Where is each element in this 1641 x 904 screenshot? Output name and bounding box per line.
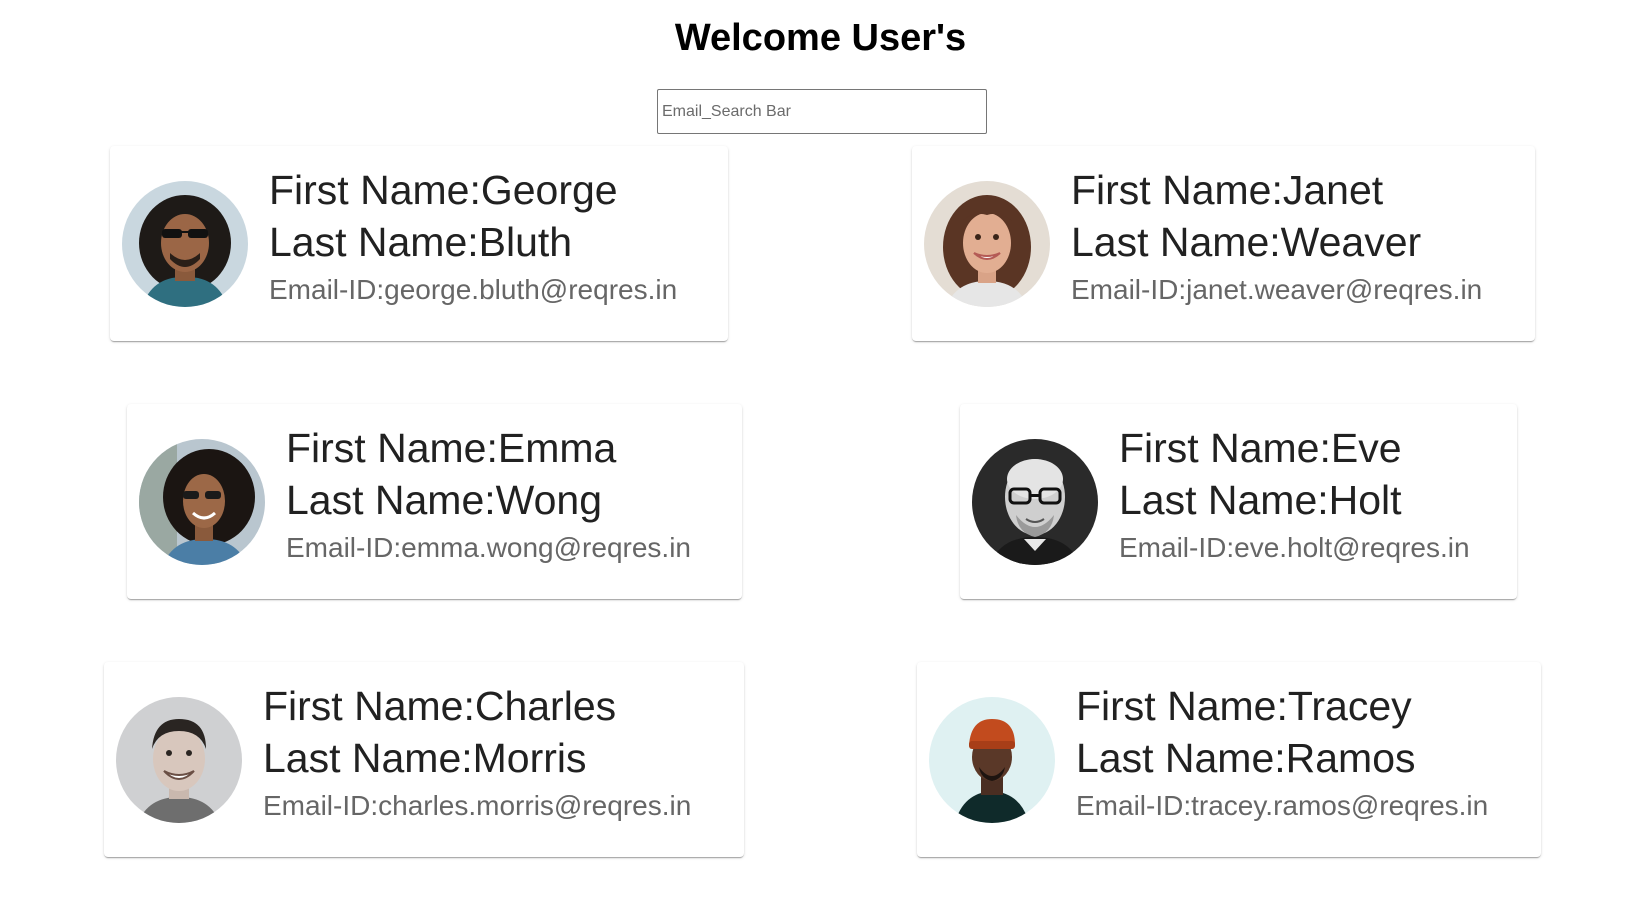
last-name: Last Name:Wong bbox=[286, 477, 603, 523]
person-avatar-icon bbox=[929, 697, 1055, 823]
first-name: First Name:Janet bbox=[1071, 167, 1384, 213]
last-name: Last Name:Holt bbox=[1119, 477, 1402, 523]
email: Email-ID:charles.morris@reqres.in bbox=[263, 790, 692, 821]
avatar bbox=[116, 697, 242, 823]
avatar bbox=[972, 439, 1098, 565]
last-name: Last Name:Weaver bbox=[1071, 219, 1422, 265]
last-name: Last Name:Morris bbox=[263, 735, 587, 781]
email: Email-ID:george.bluth@reqres.in bbox=[269, 274, 678, 305]
page-title: Welcome User's bbox=[674, 17, 967, 59]
user-card-charles: First Name:Charles Last Name:Morris Emai… bbox=[104, 662, 744, 857]
first-name: First Name:Charles bbox=[263, 683, 617, 729]
user-card-tracey: First Name:Tracey Last Name:Ramos Email-… bbox=[917, 662, 1541, 857]
email: Email-ID:tracey.ramos@reqres.in bbox=[1076, 790, 1489, 821]
avatar bbox=[924, 181, 1050, 307]
email: Email-ID:eve.holt@reqres.in bbox=[1119, 532, 1470, 563]
user-card-george: First Name:George Last Name:Bluth Email-… bbox=[110, 146, 728, 341]
email: Email-ID:emma.wong@reqres.in bbox=[286, 532, 691, 563]
person-avatar-icon bbox=[972, 439, 1098, 565]
first-name: First Name:George bbox=[269, 167, 618, 213]
person-avatar-icon bbox=[116, 697, 242, 823]
first-name: First Name:Eve bbox=[1119, 425, 1402, 471]
last-name: Last Name:Ramos bbox=[1076, 735, 1416, 781]
person-avatar-icon bbox=[139, 439, 265, 565]
first-name: First Name:Tracey bbox=[1076, 683, 1412, 729]
user-card-emma: First Name:Emma Last Name:Wong Email-ID:… bbox=[127, 404, 742, 599]
avatar bbox=[929, 697, 1055, 823]
person-avatar-icon bbox=[924, 181, 1050, 307]
person-avatar-icon bbox=[122, 181, 248, 307]
first-name: First Name:Emma bbox=[286, 425, 617, 471]
avatar bbox=[122, 181, 248, 307]
avatar bbox=[139, 439, 265, 565]
user-card-eve: First Name:Eve Last Name:Holt Email-ID:e… bbox=[960, 404, 1517, 599]
user-card-janet: First Name:Janet Last Name:Weaver Email-… bbox=[912, 146, 1535, 341]
last-name: Last Name:Bluth bbox=[269, 219, 573, 265]
email-search-input[interactable] bbox=[657, 89, 987, 134]
email: Email-ID:janet.weaver@reqres.in bbox=[1071, 274, 1483, 305]
